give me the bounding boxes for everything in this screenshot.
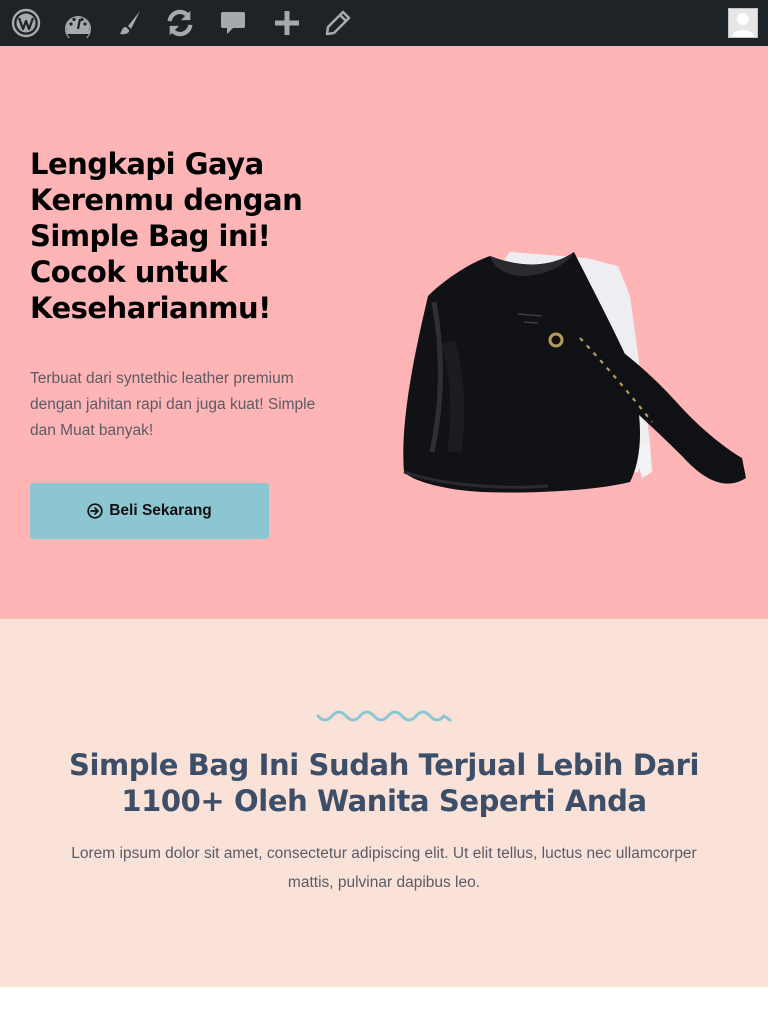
wordpress-icon[interactable] — [10, 7, 42, 39]
buy-now-button[interactable]: Beli Sekarang — [30, 483, 269, 539]
sales-headline: Simple Bag Ini Sudah Terjual Lebih Dari … — [68, 748, 700, 818]
buy-now-label: Beli Sekarang — [109, 502, 212, 519]
hero-title: Lengkapi Gaya Kerenmu dengan Simple Bag … — [30, 147, 303, 325]
wave-divider — [316, 710, 452, 722]
hero-description: Terbuat dari syntethic leather premium d… — [30, 370, 316, 439]
admin-bar — [0, 0, 768, 46]
user-avatar[interactable] — [728, 8, 758, 38]
social-proof-section: Simple Bag Ini Sudah Terjual Lebih Dari … — [0, 619, 768, 987]
arrow-circle-right-icon — [87, 503, 103, 519]
customize-icon[interactable] — [113, 7, 145, 39]
product-bag-image — [403, 252, 746, 493]
comments-icon[interactable] — [217, 7, 249, 39]
edit-icon[interactable] — [322, 7, 354, 39]
hero-section: Lengkapi Gaya Kerenmu dengan Simple Bag … — [0, 46, 768, 619]
sales-description: Lorem ipsum dolor sit amet, consectetur … — [71, 845, 697, 891]
new-content-icon[interactable] — [271, 7, 303, 39]
dashboard-icon[interactable] — [62, 7, 94, 39]
updates-icon[interactable] — [164, 7, 196, 39]
